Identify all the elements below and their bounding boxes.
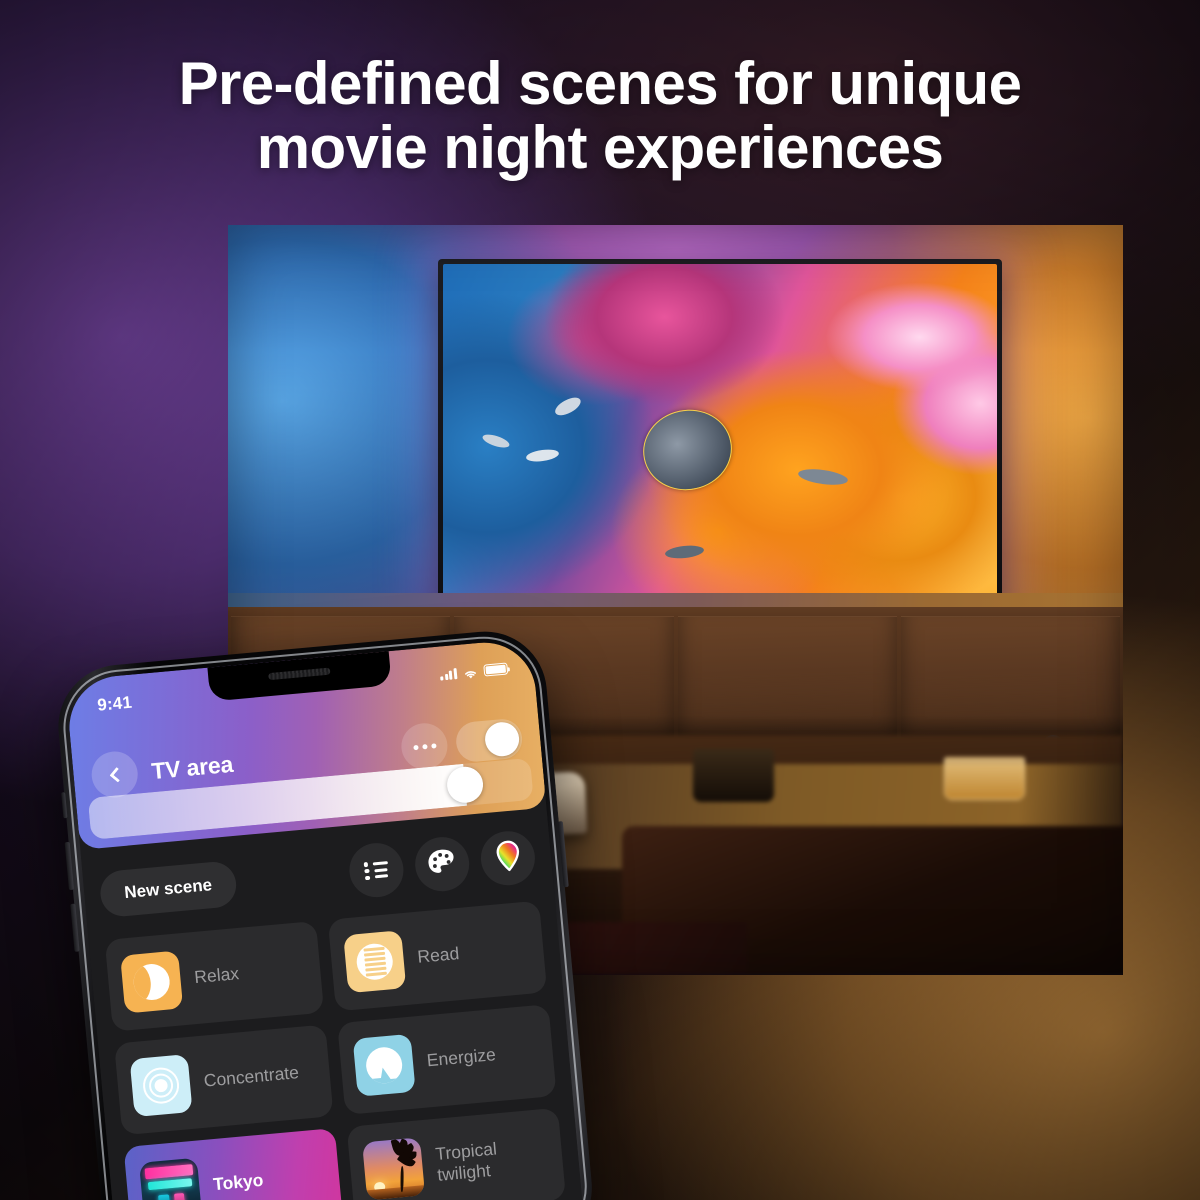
- phone-screen: 9:41 TV area New scene Relax Read Concen…: [64, 638, 587, 1200]
- headline-line-2: movie night experiences: [256, 113, 944, 181]
- headline-line-1: Pre-defined scenes for unique: [178, 50, 1022, 117]
- more-dot: [412, 744, 419, 750]
- scene-card-tokyo[interactable]: Tokyo: [123, 1128, 343, 1200]
- energize-glyph-icon: [364, 1045, 404, 1085]
- new-scene-button[interactable]: New scene: [98, 860, 238, 919]
- scene-card-tropical-twilight[interactable]: Tropical twilight: [346, 1107, 567, 1200]
- status-bar-clock: 9:41: [96, 692, 133, 715]
- phone-body: 9:41 TV area New scene Relax Read Concen…: [53, 626, 598, 1200]
- drinking-glass: [944, 756, 1025, 800]
- scene-label: Relax: [193, 963, 240, 988]
- palm-trunk: [400, 1166, 405, 1193]
- cellular-signal-icon: [440, 667, 458, 681]
- list-view-button[interactable]: [347, 840, 406, 900]
- toolbar-icon-group: [347, 828, 538, 900]
- scene-thumb-tokyo: [138, 1157, 203, 1200]
- more-dot: [430, 742, 437, 749]
- palette-button[interactable]: [412, 834, 472, 894]
- scene-label: Concentrate: [202, 1062, 300, 1091]
- phone-power-button[interactable]: [557, 821, 569, 888]
- battery-icon: [483, 662, 509, 677]
- concentrate-glyph-icon: [141, 1066, 181, 1106]
- scene-thumb-read: [343, 930, 407, 994]
- scene-thumb-relax: [120, 950, 184, 1014]
- room-power-toggle[interactable]: [454, 717, 524, 764]
- status-bar-icons: [440, 662, 509, 681]
- page-title: Pre-defined scenes for unique movie nigh…: [0, 52, 1200, 179]
- chevron-left-icon: [108, 766, 125, 783]
- palette-icon: [426, 846, 459, 882]
- back-button[interactable]: [89, 749, 140, 800]
- neon-sign: [174, 1192, 186, 1200]
- neon-sign: [144, 1163, 194, 1180]
- tv-screen: [443, 263, 998, 596]
- neon-sign: [147, 1177, 193, 1191]
- color-picker-button[interactable]: [478, 828, 538, 888]
- palm-tree: [381, 1138, 421, 1194]
- scene-thumb-tropical-twilight: [362, 1137, 426, 1200]
- scene-card-read[interactable]: Read: [327, 900, 548, 1012]
- color-picker-icon: [494, 839, 522, 877]
- scene-label: Read: [416, 943, 461, 968]
- scene-card-energize[interactable]: Energize: [337, 1004, 557, 1115]
- smartphone-mockup: 9:41 TV area New scene Relax Read Concen…: [53, 625, 607, 1200]
- scenes-panel: New scene Relax Read Concentrate Energiz…: [80, 807, 587, 1200]
- scene-label: Energize: [426, 1044, 497, 1071]
- list-view-icon: [363, 860, 390, 881]
- more-options-button[interactable]: [399, 721, 450, 772]
- scene-label: Tokyo: [212, 1170, 265, 1195]
- scene-grid: Relax Read Concentrate Energize Tokyo Tr…: [104, 900, 567, 1200]
- scene-card-relax[interactable]: Relax: [104, 920, 325, 1032]
- television: [438, 258, 1003, 628]
- read-glyph-icon: [355, 942, 395, 982]
- new-scene-label: New scene: [123, 875, 213, 903]
- wifi-icon: [462, 666, 478, 679]
- sideboard-top-surface: [228, 592, 1123, 608]
- toggle-knob: [483, 720, 521, 758]
- earpiece-speaker: [268, 667, 331, 681]
- relax-glyph-icon: [132, 962, 172, 1002]
- more-dot: [421, 743, 428, 750]
- scene-thumb-energize: [352, 1033, 416, 1097]
- neon-sign: [158, 1193, 170, 1200]
- scene-card-concentrate[interactable]: Concentrate: [114, 1024, 334, 1136]
- scene-label: Tropical twilight: [434, 1138, 498, 1185]
- screenshot-stage: Pre-defined scenes for unique movie nigh…: [0, 0, 1200, 1200]
- plant-pot: [693, 749, 774, 803]
- scene-thumb-concentrate: [129, 1054, 193, 1118]
